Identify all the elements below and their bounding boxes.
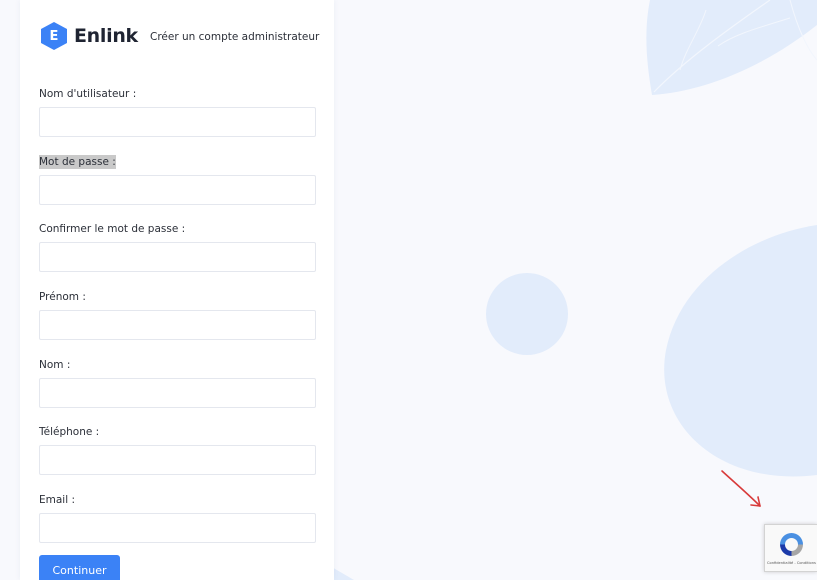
red-arrow-icon: [721, 470, 761, 507]
last-name-input[interactable]: [39, 378, 316, 408]
email-label: Email :: [39, 494, 76, 506]
confirm-password-label: Confirmer le mot de passe :: [39, 223, 186, 235]
phone-input[interactable]: [39, 445, 316, 475]
background-circle-shape: [486, 273, 568, 355]
recaptcha-badge[interactable]: Confidentialité - Conditions: [764, 524, 817, 572]
brand-logo: E Enlink: [41, 22, 138, 50]
signup-panel: E Enlink Créer un compte administrateur …: [20, 0, 334, 580]
page-title: Créer un compte administrateur: [150, 31, 320, 43]
phone-label: Téléphone :: [39, 426, 100, 438]
password-label: Mot de passe :: [39, 155, 116, 169]
background-leaf-shape: [646, 0, 817, 95]
username-field-group: Nom d'utilisateur :: [39, 82, 316, 137]
recaptcha-links[interactable]: Confidentialité - Conditions: [767, 561, 816, 565]
recaptcha-icon: [780, 533, 803, 556]
email-field-group: Email :: [39, 488, 316, 543]
hexagon-logo-icon: E: [41, 22, 67, 50]
logo-letter: E: [49, 28, 59, 44]
first-name-input[interactable]: [39, 310, 316, 340]
username-label: Nom d'utilisateur :: [39, 88, 137, 100]
brand-name: Enlink: [74, 25, 138, 47]
first-name-field-group: Prénom :: [39, 285, 316, 340]
continue-button[interactable]: Continuer: [39, 555, 120, 580]
last-name-label: Nom :: [39, 359, 71, 371]
background-blob-shape: [664, 225, 817, 477]
first-name-label: Prénom :: [39, 291, 86, 303]
username-input[interactable]: [39, 107, 316, 137]
confirm-password-input[interactable]: [39, 242, 316, 272]
phone-field-group: Téléphone :: [39, 420, 316, 475]
password-input[interactable]: [39, 175, 316, 205]
last-name-field-group: Nom :: [39, 353, 316, 408]
password-field-group: Mot de passe :: [39, 150, 316, 205]
confirm-password-field-group: Confirmer le mot de passe :: [39, 217, 316, 272]
email-input[interactable]: [39, 513, 316, 543]
